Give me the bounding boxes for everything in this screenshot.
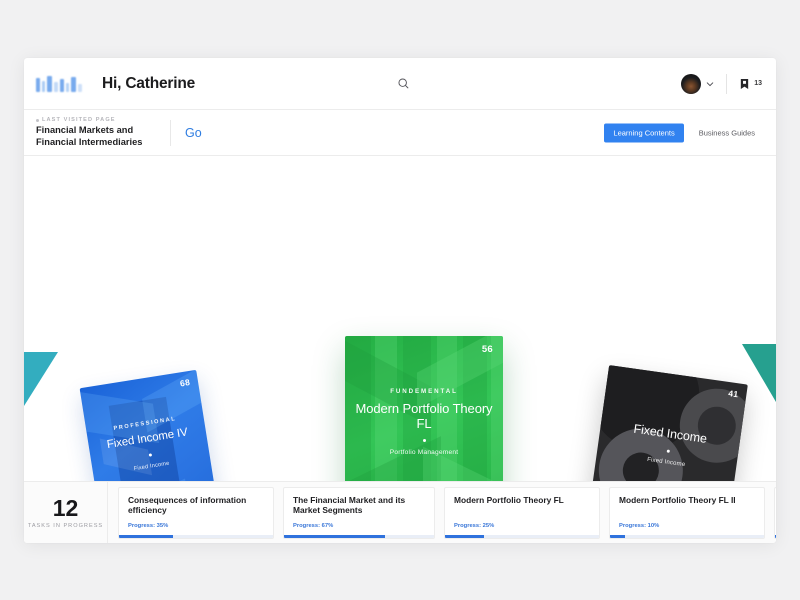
content-tabs: Learning Contents Business Guides [604,123,764,142]
task-progress-bar [284,535,434,538]
task-progress-fill [284,535,385,538]
tasks-count-value: 12 [52,495,79,521]
book-number: 41 [727,388,740,400]
task-title: Consequences of information efficiency [128,494,247,516]
last-visited-title: Financial Markets and Financial Intermed… [36,125,143,147]
task-card[interactable]: Modern Portfolio Theory FL Progress: 25% [444,486,600,539]
task-progress-label: Progress: 25% [454,522,495,529]
book-number: 68 [179,376,191,389]
bookmarks-button[interactable]: 13 [739,78,762,90]
task-progress-bar [445,535,599,538]
tab-business-guides[interactable]: Business Guides [690,123,764,142]
finco-logo[interactable] [36,75,84,92]
header-right-cluster: 13 [681,73,762,94]
task-progress-label: Progress: 35% [128,522,169,529]
search-icon[interactable] [392,73,414,95]
bullet-icon [36,118,39,122]
task-title: Modern Portfolio Theory FL II [619,494,736,505]
book-number: 56 [481,344,493,355]
separator-dot [422,439,426,443]
last-visited-label: LAST VISITED PAGE [36,117,156,123]
task-progress-fill [775,535,776,538]
book-card-fixed-income-iv[interactable]: 68 PROFESSIONAL Fixed Income IV Fixed In… [79,369,223,481]
task-title: The Financial Market and its Market Segm… [293,494,406,516]
book-card-fixed-income[interactable]: 41 Fixed Income Fixed Income [584,365,748,481]
avatar [681,73,702,94]
task-card[interactable]: Consequences of information efficiency Pr… [118,486,274,539]
task-card[interactable]: The Financial Market and its Market Segm… [774,486,776,539]
decorative-triangle-right [742,344,776,402]
tab-learning-contents[interactable]: Learning Contents [604,123,684,142]
go-button[interactable]: Go [185,126,202,140]
tasks-in-progress-bar: 12 TASKS IN PROGRESS Consequences of inf… [24,481,776,543]
task-card[interactable]: The Financial Market and its Market Segm… [283,486,435,539]
tasks-count-label: TASKS IN PROGRESS [27,523,104,529]
task-progress-label: Progress: 10% [619,522,660,529]
book-text-block: FUNDEMENTAL Modern Portfolio Theory FL P… [345,388,503,456]
bookmark-icon [741,78,749,89]
chevron-down-icon [706,81,714,86]
book-title: Modern Portfolio Theory FL [355,401,493,432]
sub-header: LAST VISITED PAGE Financial Markets and … [24,110,776,156]
last-visited-page[interactable]: LAST VISITED PAGE Financial Markets and … [36,117,202,148]
separator-dot [148,453,152,457]
task-progress-bar [775,535,776,538]
task-progress-fill [445,535,484,538]
bookmark-count: 13 [754,80,762,87]
separator-dot [666,449,670,453]
task-progress-fill [119,535,173,538]
vertical-divider [170,119,171,146]
task-card[interactable]: Modern Portfolio Theory FL II Progress: 1… [609,486,765,539]
book-stage: 68 PROFESSIONAL Fixed Income IV Fixed In… [24,156,776,481]
task-progress-fill [610,535,626,538]
task-progress-bar [610,535,764,538]
book-kicker: FUNDEMENTAL [390,388,458,396]
page-title: Hi, Catherine [102,74,196,92]
header-divider [726,73,728,94]
tasks-count-block: 12 TASKS IN PROGRESS [24,482,108,543]
task-progress-bar [119,535,273,538]
task-progress-label: Progress: 67% [293,522,334,529]
task-card-list: Consequences of information efficiency Pr… [108,486,776,539]
book-card-modern-portfolio-theory-fl[interactable]: 56 FUNDEMENTAL Modern Portfolio Theory F… [345,336,503,481]
app-window: Hi, Catherine 13 LAST VISITED PAGE Finan… [24,58,776,543]
task-title: Modern Portfolio Theory FL [454,494,564,505]
account-menu[interactable] [681,73,714,94]
book-subtitle: Portfolio Management [389,449,459,457]
decorative-triangle-left [24,352,58,406]
app-header: Hi, Catherine 13 [24,58,776,110]
